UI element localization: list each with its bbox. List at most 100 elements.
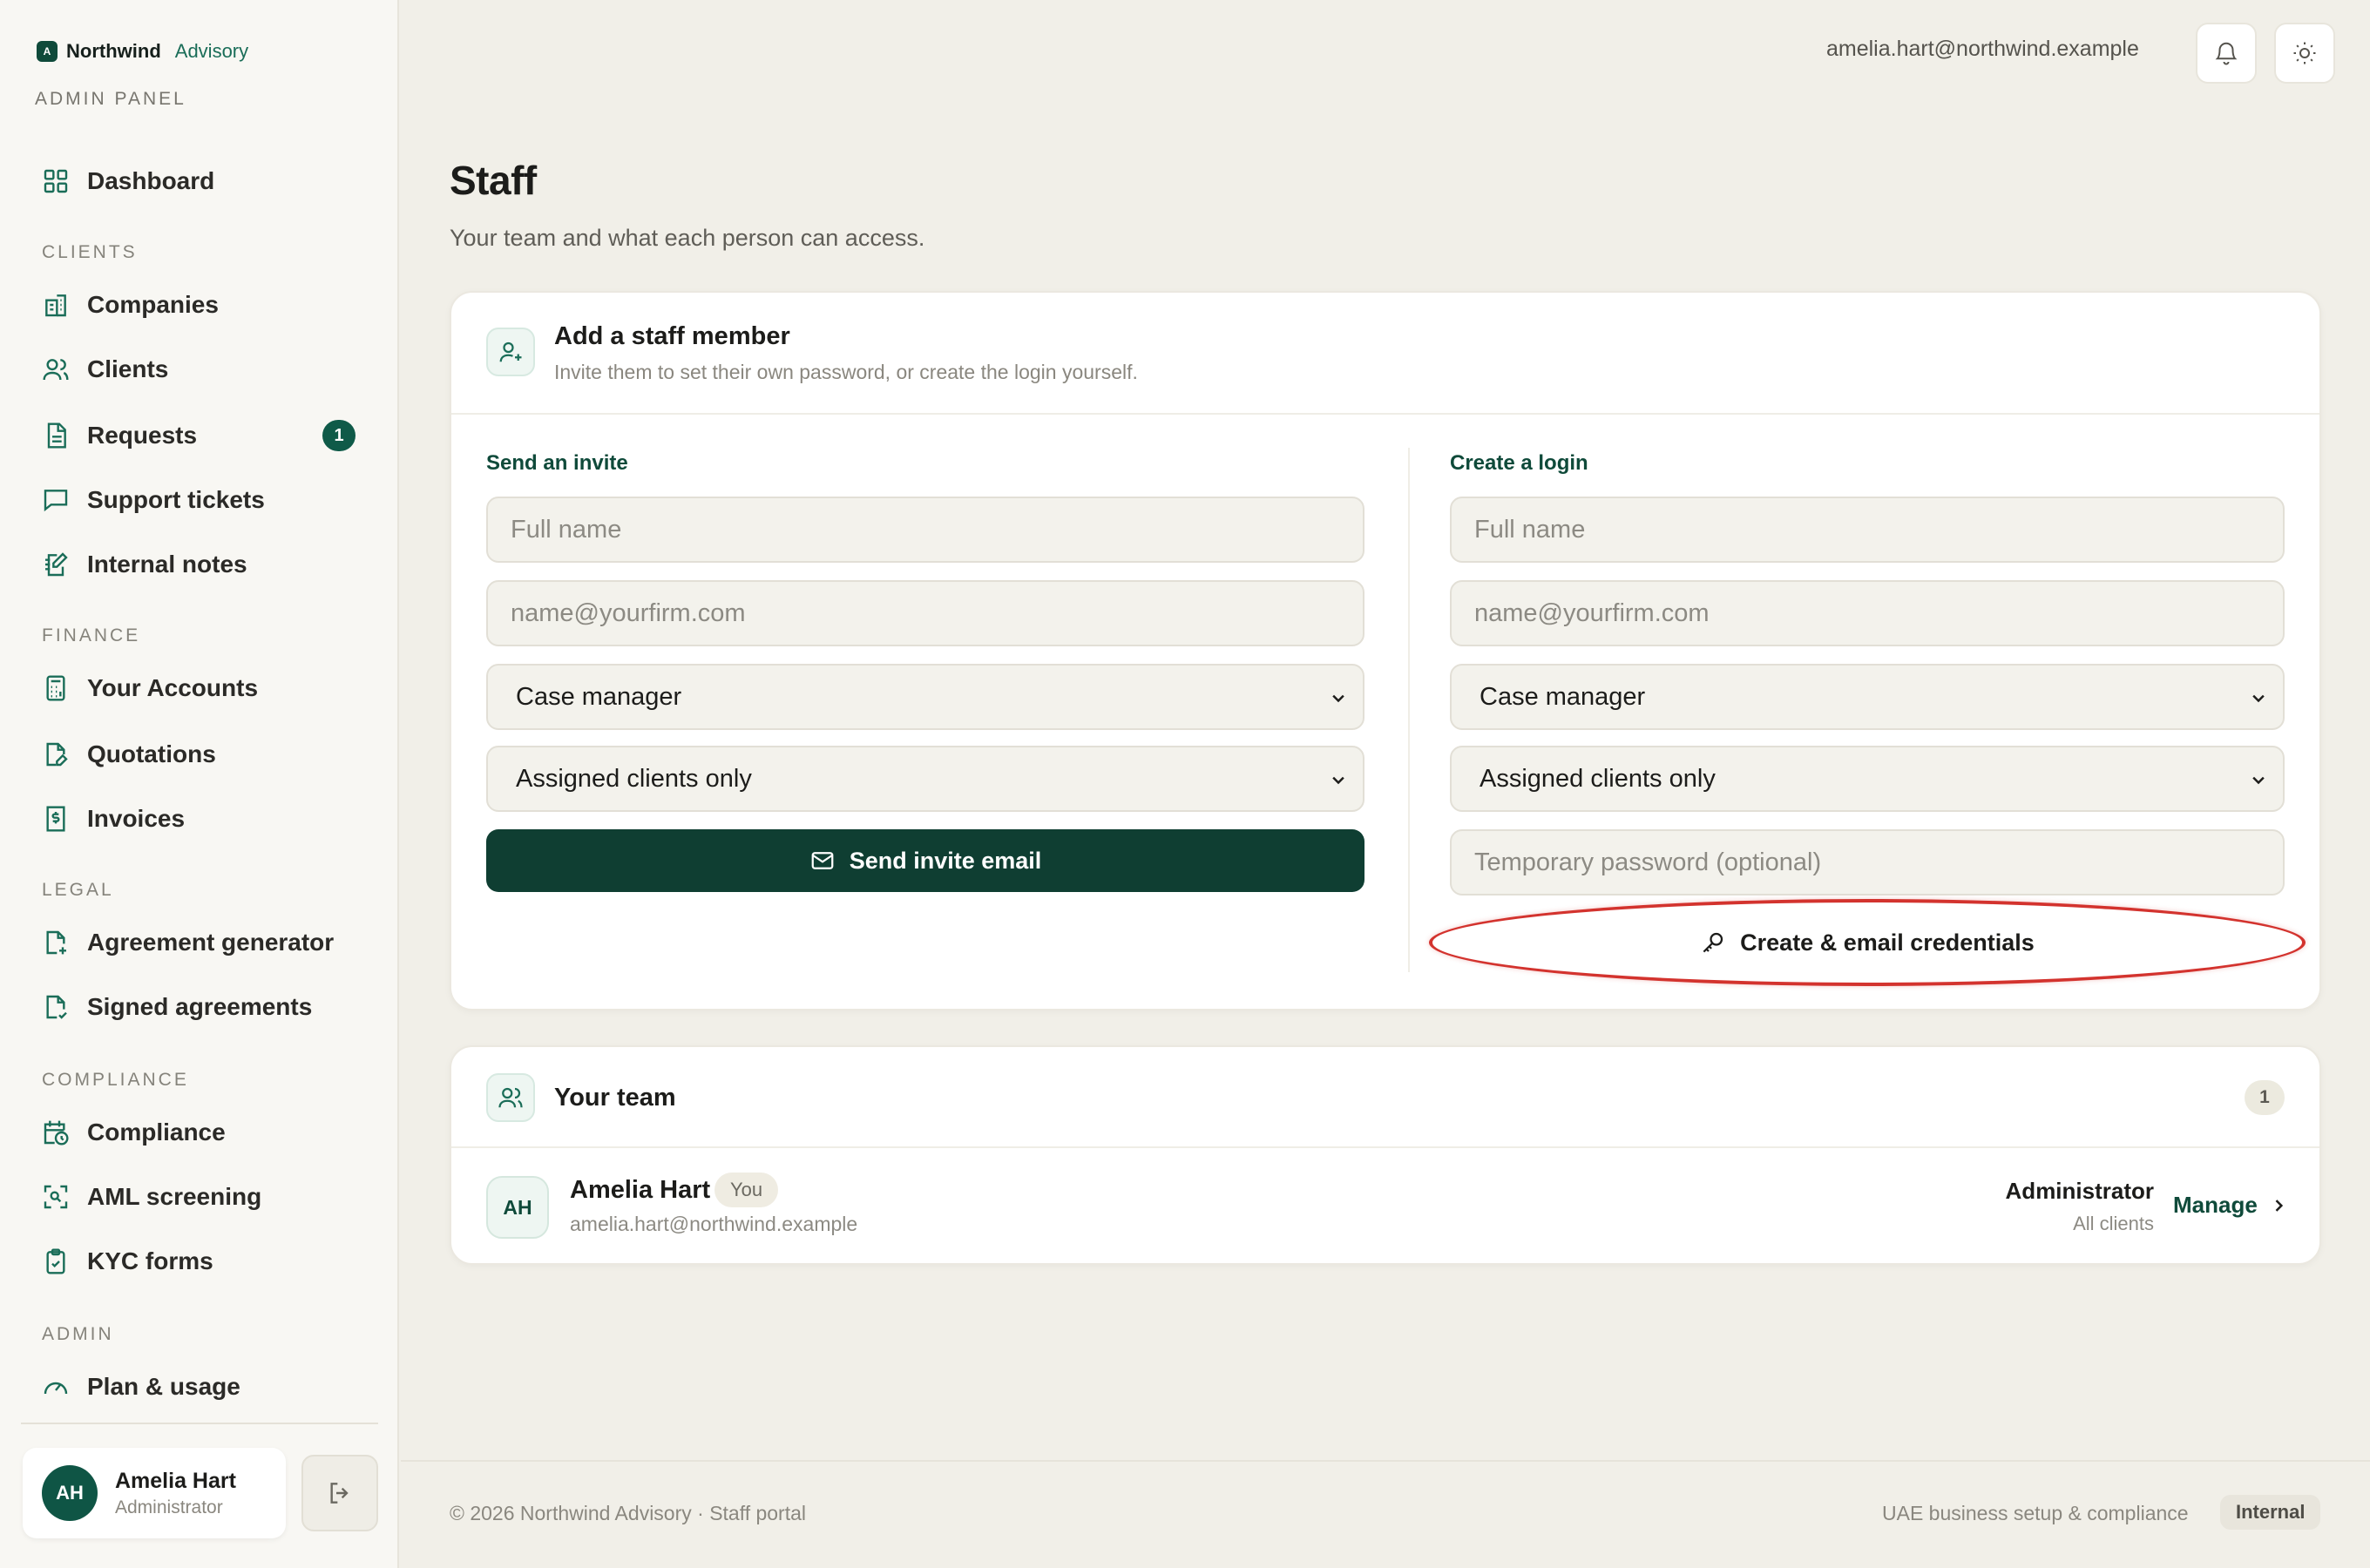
sidebar-item-label: KYC forms [87, 1247, 213, 1274]
chevron-down-icon [2252, 776, 2265, 785]
sidebar-item-label: Invoices [87, 805, 186, 832]
team-count-badge: 1 [2245, 1080, 2285, 1115]
scan-search-icon [44, 1185, 68, 1209]
sidebar-item-label: Internal notes [87, 551, 247, 578]
panel-label: ADMIN PANEL [35, 89, 186, 109]
sidebar-item-accounts[interactable]: Your Accounts [24, 660, 373, 716]
section-clients: CLIENTS [42, 242, 138, 262]
sidebar-item-label: Plan & usage [87, 1373, 240, 1400]
sidebar-item-label: Agreement generator [87, 929, 335, 956]
section-legal: LEGAL [42, 880, 114, 900]
logout-button[interactable] [301, 1455, 378, 1531]
page-title: Staff [450, 158, 537, 203]
section-admin: ADMIN [42, 1324, 114, 1344]
sidebar-item-quotations[interactable]: Quotations [24, 727, 373, 782]
gauge-icon [44, 1382, 68, 1395]
grid-icon [44, 169, 68, 193]
chevron-down-icon [1332, 776, 1344, 785]
sidebar-item-support[interactable]: Support tickets [24, 472, 373, 528]
file-signed-icon [46, 995, 67, 1019]
footer-tagline: UAE business setup & compliance [1882, 1502, 2189, 1524]
mail-icon [811, 852, 834, 869]
invite-email-input[interactable]: name@yourfirm.com [486, 580, 1364, 646]
sidebar-item-notes[interactable]: Internal notes [24, 537, 373, 592]
sidebar-item-signed-agreements[interactable]: Signed agreements [24, 979, 373, 1035]
brand-sub: Advisory [174, 40, 249, 62]
theme-toggle-button[interactable] [2274, 23, 2335, 84]
sidebar-item-invoices[interactable]: Invoices [24, 791, 373, 847]
page-subtitle: Your team and what each person can acces… [450, 225, 925, 251]
avatar: AH [42, 1465, 98, 1521]
brand[interactable]: A Northwind Advisory [37, 40, 248, 63]
users-icon [43, 359, 69, 381]
document-icon [47, 422, 66, 449]
sidebar-item-agreement-generator[interactable]: Agreement generator [24, 915, 373, 970]
sidebar-item-clients[interactable]: Clients [24, 341, 373, 397]
section-compliance: COMPLIANCE [42, 1070, 189, 1090]
highlight-ellipse [1429, 899, 2306, 986]
chevron-down-icon [1332, 694, 1344, 703]
sidebar-divider [21, 1423, 378, 1424]
requests-count-badge: 1 [322, 420, 356, 451]
member-access: All clients [2073, 1213, 2154, 1234]
sidebar-item-kyc[interactable]: KYC forms [24, 1233, 373, 1289]
member-avatar: AH [486, 1176, 549, 1239]
sidebar-item-aml[interactable]: AML screening [24, 1169, 373, 1225]
login-role-select[interactable]: Case manager [1450, 664, 2285, 730]
login-access-select[interactable]: Assigned clients only [1450, 746, 2285, 812]
sun-icon [2293, 42, 2316, 64]
clipboard-check-icon [46, 1248, 65, 1274]
sidebar-item-label: AML screening [87, 1183, 262, 1210]
chat-icon [44, 490, 68, 512]
sidebar-item-label: Support tickets [87, 486, 265, 513]
card-divider [451, 1146, 2319, 1148]
chevron-right-icon [2275, 1199, 2283, 1212]
user-role: Administrator [115, 1497, 223, 1517]
member-email: amelia.hart@northwind.example [570, 1213, 858, 1235]
user-plus-icon [499, 341, 522, 362]
login-section-label: Create a login [1450, 451, 1588, 475]
bell-icon [2215, 42, 2238, 65]
button-label: Send invite email [849, 847, 1042, 874]
select-value: Assigned clients only [1480, 764, 1716, 793]
manage-member-button[interactable]: Manage [2173, 1192, 2287, 1219]
notifications-button[interactable] [2196, 23, 2257, 84]
button-label: Manage [2173, 1192, 2258, 1218]
card-icon [486, 328, 535, 376]
invite-name-input[interactable]: Full name [486, 497, 1364, 563]
notebook-pen-icon [45, 552, 68, 577]
file-edit-icon [46, 742, 68, 767]
sidebar-item-label: Your Accounts [87, 674, 259, 701]
calculator-icon [46, 675, 65, 701]
sidebar-item-requests[interactable]: Requests 1 [24, 408, 373, 463]
send-invite-button[interactable]: Send invite email [486, 829, 1364, 892]
column-divider [1408, 448, 1410, 972]
login-email-input[interactable]: name@yourfirm.com [1450, 580, 2285, 646]
invite-section-label: Send an invite [486, 451, 628, 475]
building-icon [45, 294, 66, 317]
file-plus-icon [46, 930, 66, 955]
invite-role-select[interactable]: Case manager [486, 664, 1364, 730]
sidebar-item-label: Requests [87, 422, 198, 449]
sidebar-item-dashboard[interactable]: Dashboard [24, 153, 373, 209]
sidebar-item-compliance[interactable]: Compliance [24, 1105, 373, 1160]
sidebar-user-card[interactable]: AH Amelia Hart Administrator [23, 1448, 286, 1538]
sidebar-item-plan[interactable]: Plan & usage [24, 1359, 373, 1415]
select-value: Case manager [516, 682, 682, 711]
sidebar-item-companies[interactable]: Companies [24, 277, 373, 333]
temp-password-input[interactable]: Temporary password (optional) [1450, 829, 2285, 896]
sidebar-item-label: Dashboard [87, 167, 215, 194]
select-value: Case manager [1480, 682, 1646, 711]
login-name-input[interactable]: Full name [1450, 497, 2285, 563]
calendar-clock-icon [44, 1120, 69, 1146]
member-role: Administrator [2005, 1178, 2154, 1204]
team-title: Your team [554, 1084, 676, 1112]
card-divider [451, 413, 2319, 415]
user-name: Amelia Hart [115, 1468, 236, 1493]
brand-name: Northwind [66, 40, 161, 62]
invite-access-select[interactable]: Assigned clients only [486, 746, 1364, 812]
sidebar-item-label: Signed agreements [87, 993, 313, 1020]
sidebar-item-label: Compliance [87, 1119, 226, 1146]
sidebar-item-label: Clients [87, 355, 169, 382]
brand-logo-icon: A [37, 41, 58, 62]
